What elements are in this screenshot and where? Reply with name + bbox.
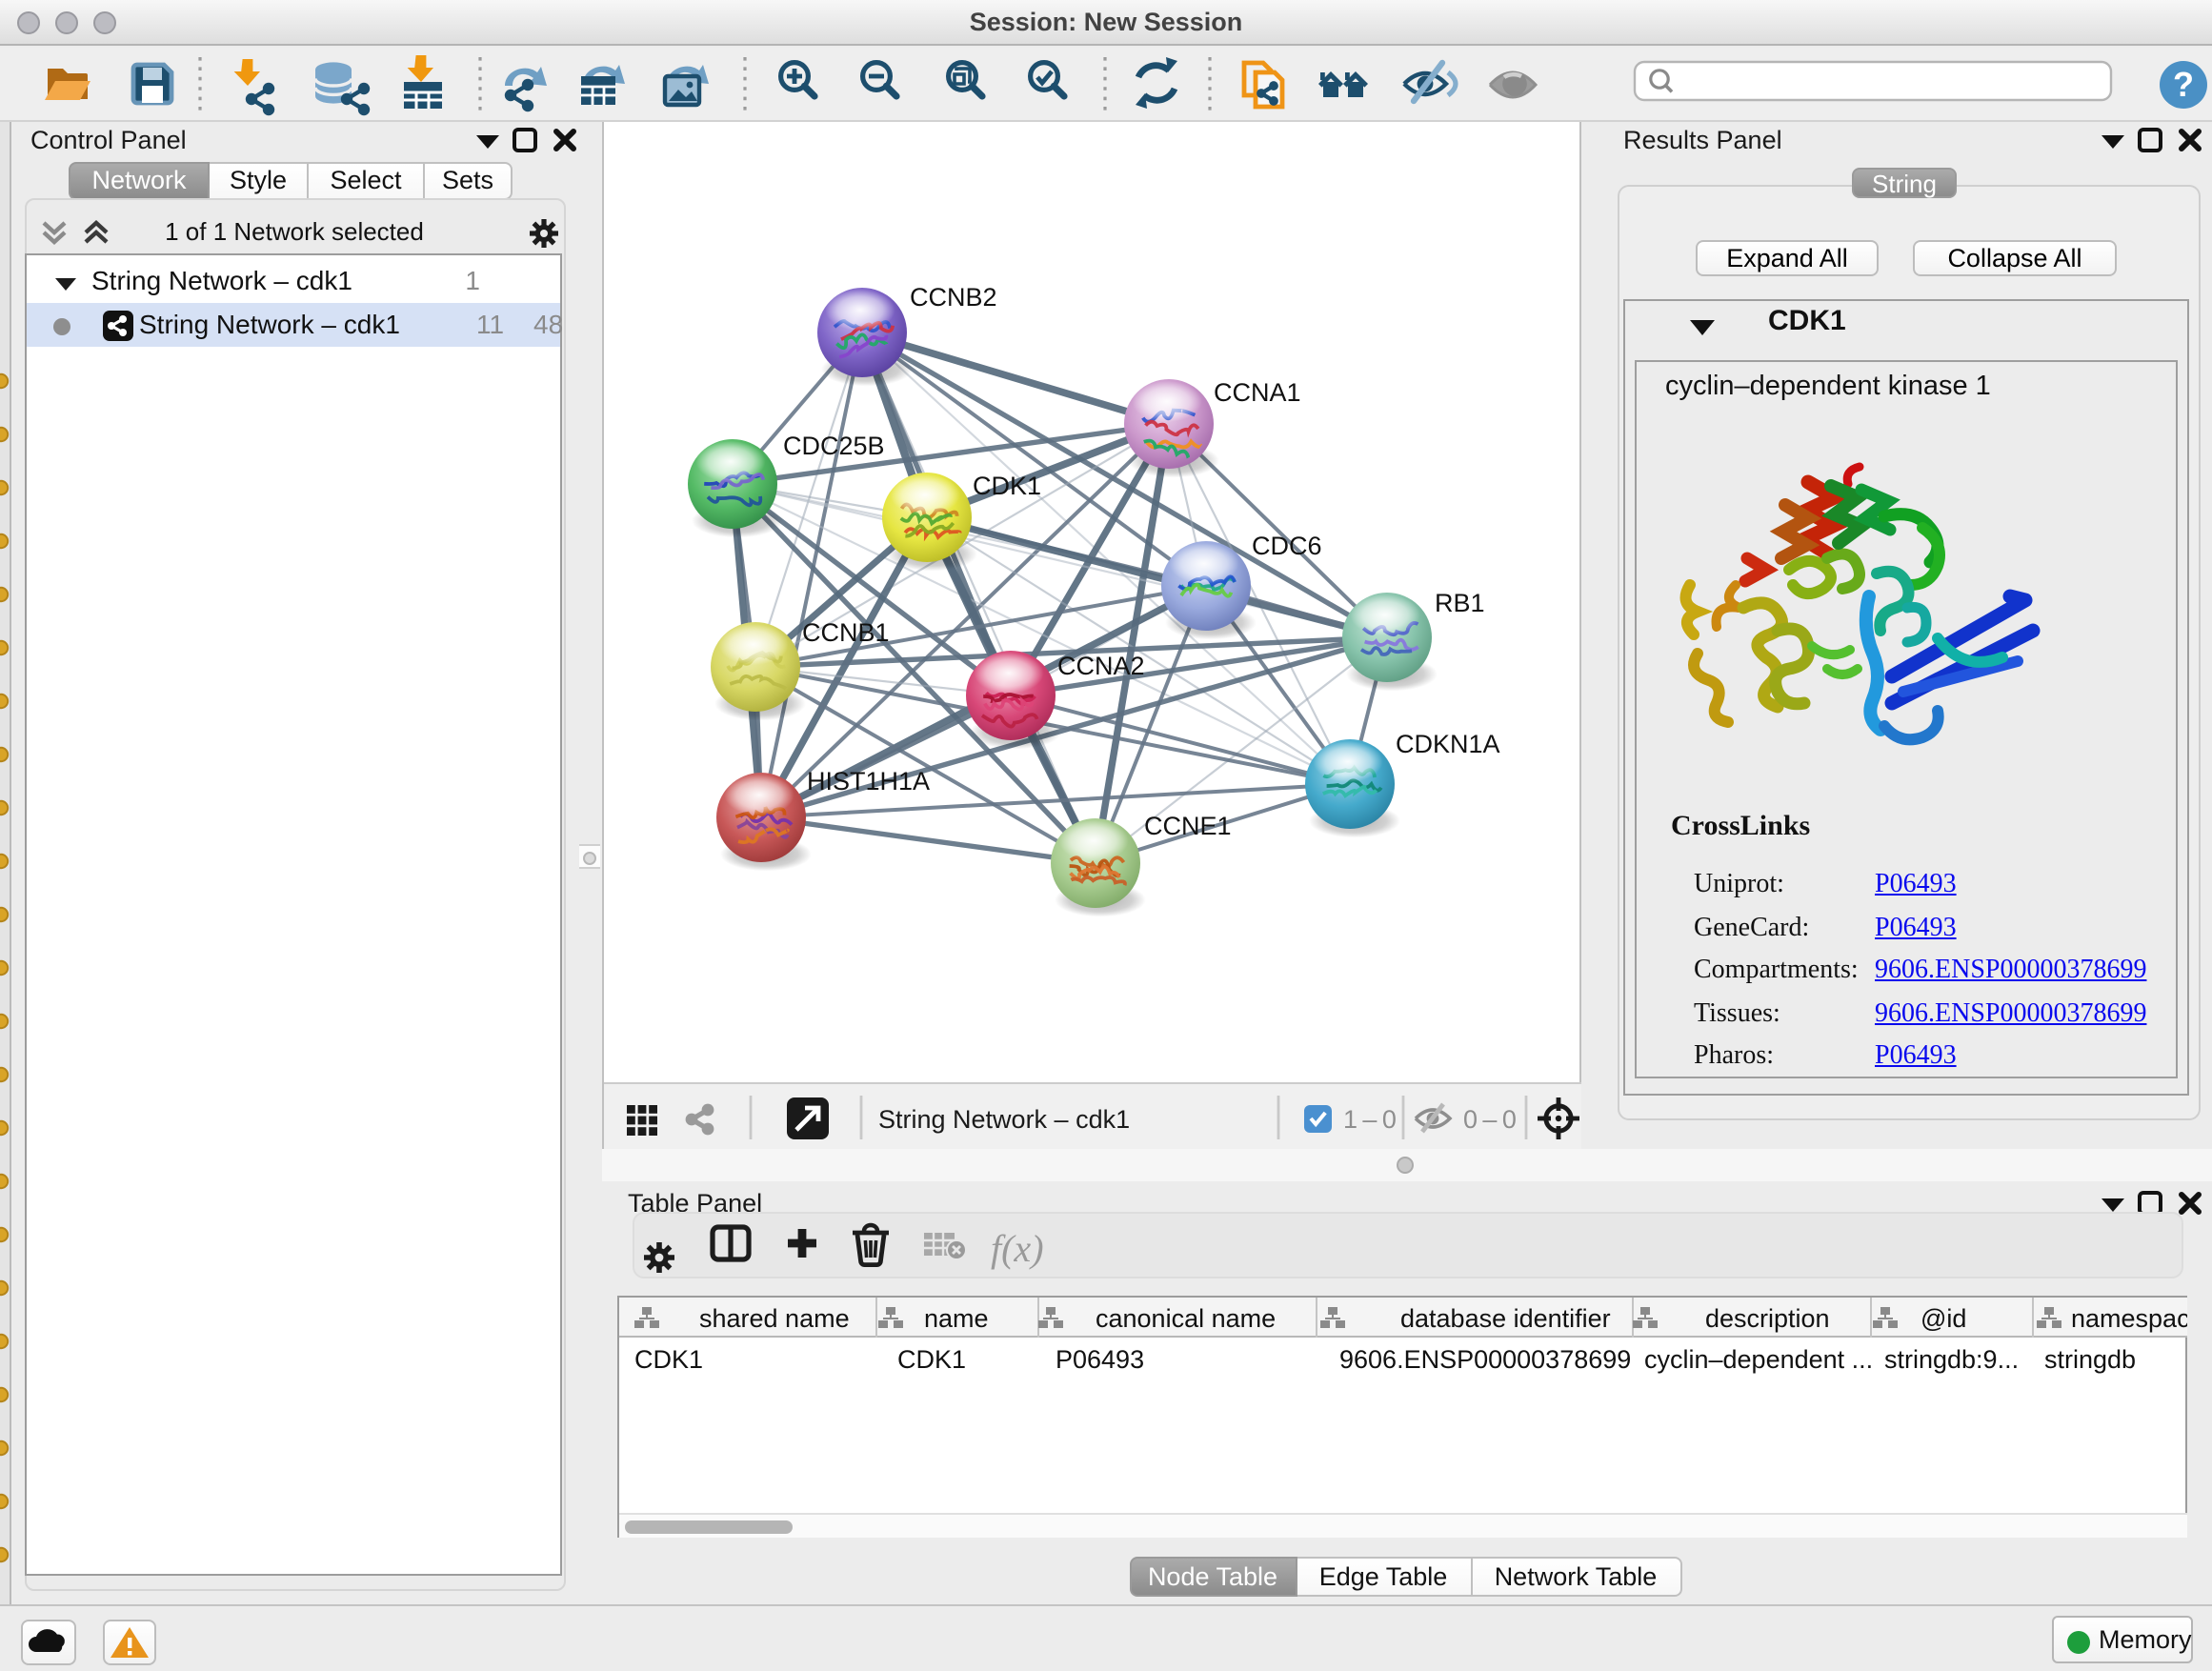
svg-text:P06493: P06493 xyxy=(1056,1345,1144,1374)
svg-text:stringdb:9...: stringdb:9... xyxy=(1884,1345,2019,1374)
svg-text:1 – 0: 1 – 0 xyxy=(1342,1105,1396,1134)
svg-text:name: name xyxy=(924,1304,989,1333)
svg-text:cyclin–dependent ...: cyclin–dependent ... xyxy=(1644,1345,1873,1374)
svg-text:CCNB2: CCNB2 xyxy=(909,283,996,312)
svg-text:shared name: shared name xyxy=(699,1304,850,1333)
svg-text:CCNA2: CCNA2 xyxy=(1056,652,1144,680)
svg-text:String Network – cdk1: String Network – cdk1 xyxy=(877,1105,1129,1134)
svg-text:f(x): f(x) xyxy=(991,1227,1044,1270)
svg-text:?: ? xyxy=(2173,65,2194,104)
svg-text:canonical name: canonical name xyxy=(1096,1304,1276,1333)
svg-text:namespac: namespac xyxy=(2071,1304,2187,1333)
svg-text:HIST1H1A: HIST1H1A xyxy=(806,767,929,795)
svg-text:CDK1: CDK1 xyxy=(972,472,1040,500)
svg-text:CCNE1: CCNE1 xyxy=(1143,812,1231,840)
svg-text:CCNA1: CCNA1 xyxy=(1213,378,1300,407)
svg-text:description: description xyxy=(1705,1304,1830,1333)
svg-text:CDC6: CDC6 xyxy=(1251,532,1321,560)
svg-text:CDC25B: CDC25B xyxy=(782,432,884,460)
svg-text:@id: @id xyxy=(1920,1304,1966,1333)
svg-text:RB1: RB1 xyxy=(1434,589,1484,617)
svg-text:CDK1: CDK1 xyxy=(897,1345,966,1374)
svg-text:stringdb: stringdb xyxy=(2044,1345,2136,1374)
svg-text:database identifier: database identifier xyxy=(1400,1304,1611,1333)
svg-text:0 – 0: 0 – 0 xyxy=(1462,1105,1516,1134)
svg-text:CDKN1A: CDKN1A xyxy=(1395,730,1499,758)
svg-text:CCNB1: CCNB1 xyxy=(801,618,889,647)
svg-text:9606.ENSP00000378699: 9606.ENSP00000378699 xyxy=(1339,1345,1631,1374)
svg-text:CDK1: CDK1 xyxy=(634,1345,703,1374)
